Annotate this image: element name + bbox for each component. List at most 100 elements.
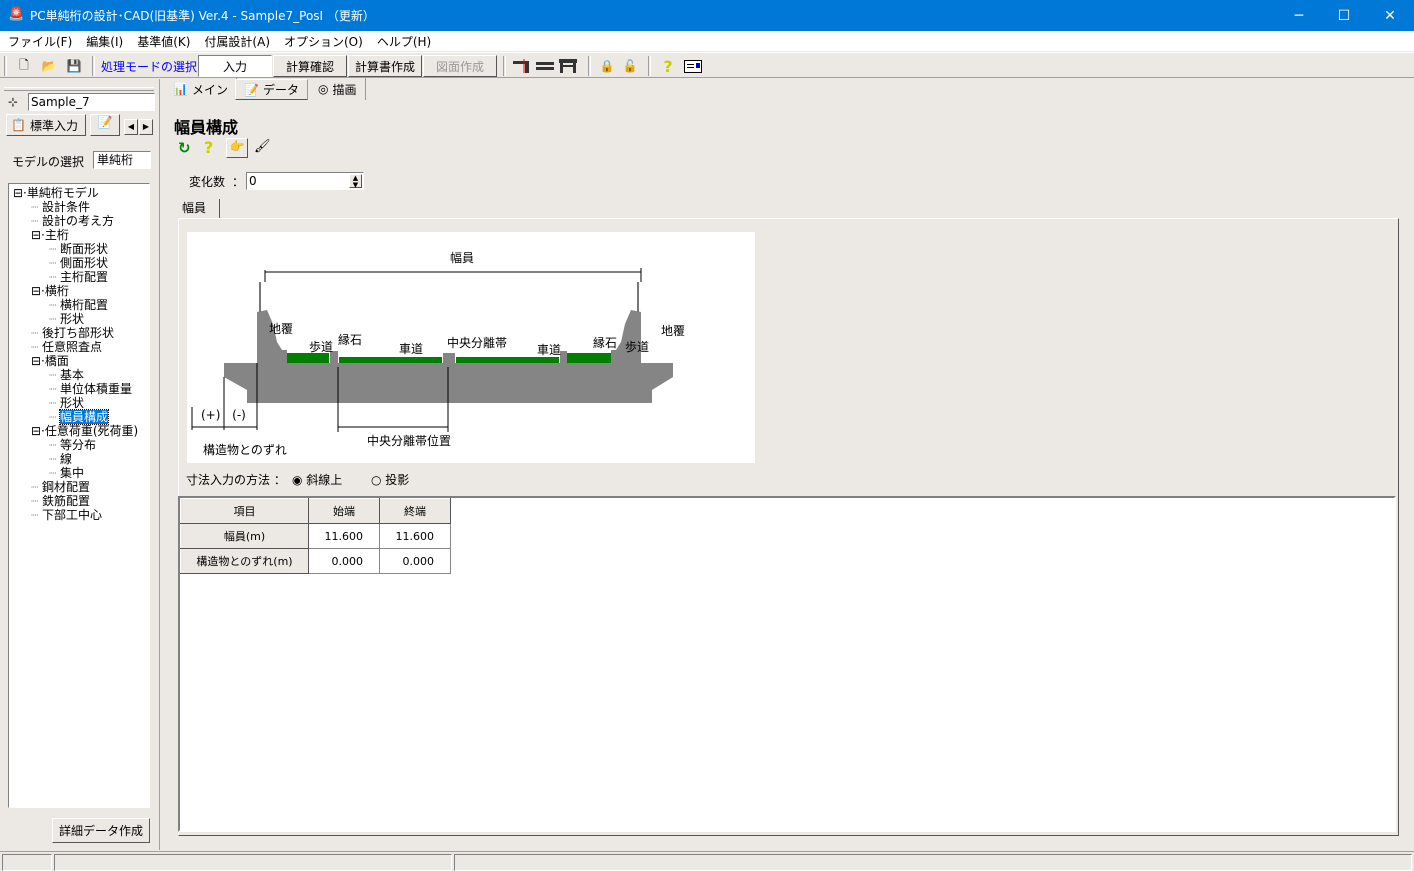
tree-item[interactable]: ┈ 設計条件 <box>9 200 149 214</box>
tree-item[interactable]: ┈ 下部工中心 <box>9 508 149 522</box>
tree-item[interactable]: ┈ 側面形状 <box>9 256 149 270</box>
tree-item[interactable]: ┈ 集中 <box>9 466 149 480</box>
tree-item[interactable]: ┈ 単位体積重量 <box>9 382 149 396</box>
tree-item[interactable]: ┈ 後打ち部形状 <box>9 326 149 340</box>
tree-item-label: 後打ち部形状 <box>42 326 115 340</box>
radio-projection[interactable]: ○ 投影 <box>371 471 409 488</box>
tab-standard-input[interactable]: 📋 標準入力 <box>6 114 86 136</box>
tree-item[interactable]: ⊟·横桁 <box>9 284 149 298</box>
help-icon[interactable]: ? <box>204 138 213 157</box>
menu-standard[interactable]: 基準値(K) <box>137 33 190 50</box>
right-sidewalk <box>567 353 611 363</box>
subtab-width[interactable]: 幅員 <box>174 199 220 219</box>
girder-icon[interactable] <box>512 55 532 77</box>
maximize-button[interactable]: ☐ <box>1321 0 1367 31</box>
menu-help[interactable]: ヘルプ(H) <box>377 33 431 50</box>
left-panel: ⊹ Sample_7 📋 標準入力 📝 ◀ ▶ モデルの選択 単純桁 ⊟·単純桁モ… <box>0 79 160 850</box>
pointing-hand-icon[interactable]: 👉 <box>226 138 248 158</box>
tree-branch-line: ┈ <box>49 270 61 284</box>
tree-item[interactable]: ┈ 設計の考え方 <box>9 214 149 228</box>
model-tree[interactable]: ⊟·単純桁モデル ┈ 設計条件 ┈ 設計の考え方 ⊟·主桁 ┈ 断面形状 ┈ 側面形状 ┈ … <box>8 183 150 808</box>
card-icon[interactable] <box>682 55 704 77</box>
radio-slope[interactable]: ◉ 斜線上 <box>292 471 342 488</box>
tree-item[interactable]: ┈ 鋼材配置 <box>9 480 149 494</box>
table-area: 項目 始端 終端 幅員(m) 11.600 11.600 構造物とのずれ(m) … <box>178 496 1396 832</box>
brush-icon[interactable]: 🖌 <box>254 139 271 154</box>
tab-draw[interactable]: ◎ 描画 <box>310 78 366 100</box>
label-right-roadway: 車道 <box>537 343 561 357</box>
project-name-field[interactable]: Sample_7 <box>28 93 155 111</box>
model-select-field[interactable]: 単純桁 <box>93 151 151 169</box>
collapse-toggle-icon[interactable]: ⊟· <box>31 354 45 368</box>
radio-slope-label: 斜線上 <box>306 473 343 487</box>
menu-options[interactable]: オプション(O) <box>284 33 363 50</box>
open-folder-icon[interactable]: 📂 <box>38 55 60 77</box>
left-roadway <box>339 357 442 363</box>
collapse-toggle-icon[interactable]: ⊟· <box>31 424 45 438</box>
minimize-button[interactable]: ─ <box>1276 0 1322 31</box>
tab-main[interactable]: 📊 メイン <box>165 78 237 100</box>
method-label: 寸法入力の方法 ： <box>186 473 286 487</box>
cell-end[interactable]: 11.600 <box>379 523 451 549</box>
create-detail-data-button[interactable]: 詳細データ作成 <box>52 818 150 843</box>
tree-item[interactable]: ⊟·任意荷重(死荷重) <box>9 424 149 438</box>
tree-branch-line: ┈ <box>31 508 43 522</box>
calc-check-button[interactable]: 計算確認 <box>273 55 347 77</box>
slab-icon[interactable] <box>535 55 555 77</box>
main-tab-strip: 📊 メイン 📝 データ ◎ 描画 <box>165 78 1414 100</box>
tab-scroll-right[interactable]: ▶ <box>139 119 153 135</box>
tree-item[interactable]: ┈ 任意照査点 <box>9 340 149 354</box>
help-icon[interactable]: ? <box>658 55 678 77</box>
new-file-icon[interactable]: 🗋 <box>14 55 34 77</box>
cell-start[interactable]: 0.000 <box>308 548 380 574</box>
tree-item-label: 集中 <box>60 466 85 480</box>
frame-icon[interactable] <box>558 55 578 77</box>
collapse-toggle-icon[interactable]: ⊟· <box>13 186 27 200</box>
tree-item[interactable]: ┈ 幅員構成 <box>9 409 149 425</box>
input-mode-button[interactable]: 入力 <box>198 55 272 77</box>
tree-branch-line: ┈ <box>49 298 61 312</box>
change-count-spinner[interactable]: 0 ▲ ▼ <box>246 172 364 190</box>
tree-item-label: 単位体積重量 <box>60 382 133 396</box>
tab-data[interactable]: 📝 データ <box>235 79 308 100</box>
tree-item[interactable]: ┈ 形状 <box>9 312 149 326</box>
lock-red-icon[interactable]: 🔓 <box>620 55 640 77</box>
report-button[interactable]: 計算書作成 <box>348 55 422 77</box>
window-title: PC単純桁の設計･CAD(旧基準) Ver.4 - Sample7_PosI （… <box>30 9 375 23</box>
tree-item[interactable]: ⊟·橋面 <box>9 354 149 368</box>
tree-item[interactable]: ┈ 横桁配置 <box>9 298 149 312</box>
tree-item[interactable]: ┈ 基本 <box>9 368 149 382</box>
menu-file[interactable]: ファイル(F) <box>8 33 72 50</box>
tree-branch-line: ┈ <box>49 256 61 270</box>
tab-detail-input[interactable]: 📝 <box>90 114 120 136</box>
refresh-icon[interactable]: ↻ <box>178 139 191 157</box>
label-left-roadway: 車道 <box>399 342 423 356</box>
tree-item[interactable]: ┈ 形状 <box>9 396 149 410</box>
tree-item-label: 等分布 <box>60 438 97 452</box>
main-icon: 📊 <box>173 82 188 96</box>
tree-item[interactable]: ⊟·単純桁モデル <box>9 186 149 200</box>
tab-scroll-left[interactable]: ◀ <box>124 119 138 135</box>
collapse-toggle-icon[interactable]: ⊟· <box>31 228 45 242</box>
cell-start[interactable]: 11.600 <box>308 523 380 549</box>
change-count-value: 0 <box>249 174 257 188</box>
tree-branch-line: ┈ <box>49 242 61 256</box>
tree-item[interactable]: ┈ 断面形状 <box>9 242 149 256</box>
save-icon[interactable]: 💾 <box>64 55 84 77</box>
menu-bar: ファイル(F) 編集(I) 基準値(K) 付属設計(A) オプション(O) ヘル… <box>0 31 1414 51</box>
drawing-button[interactable]: 図面作成 <box>423 55 497 77</box>
tree-item[interactable]: ┈ 鉄筋配置 <box>9 494 149 508</box>
lock-blue-icon[interactable]: 🔒 <box>597 55 617 77</box>
spinner-arrows[interactable]: ▲ ▼ <box>349 174 362 189</box>
tree-item[interactable]: ⊟·主桁 <box>9 228 149 242</box>
tree-item[interactable]: ┈ 主桁配置 <box>9 270 149 284</box>
tab-data-label: データ <box>262 83 299 97</box>
cell-end[interactable]: 0.000 <box>379 548 451 574</box>
collapse-toggle-icon[interactable]: ⊟· <box>31 284 45 298</box>
menu-edit[interactable]: 編集(I) <box>86 33 123 50</box>
tree-item[interactable]: ┈ 等分布 <box>9 438 149 452</box>
close-button[interactable]: ✕ <box>1367 0 1413 31</box>
page-title: 幅員構成 <box>174 118 239 137</box>
menu-attached[interactable]: 付属設計(A) <box>204 33 270 50</box>
tree-item[interactable]: ┈ 線 <box>9 452 149 466</box>
